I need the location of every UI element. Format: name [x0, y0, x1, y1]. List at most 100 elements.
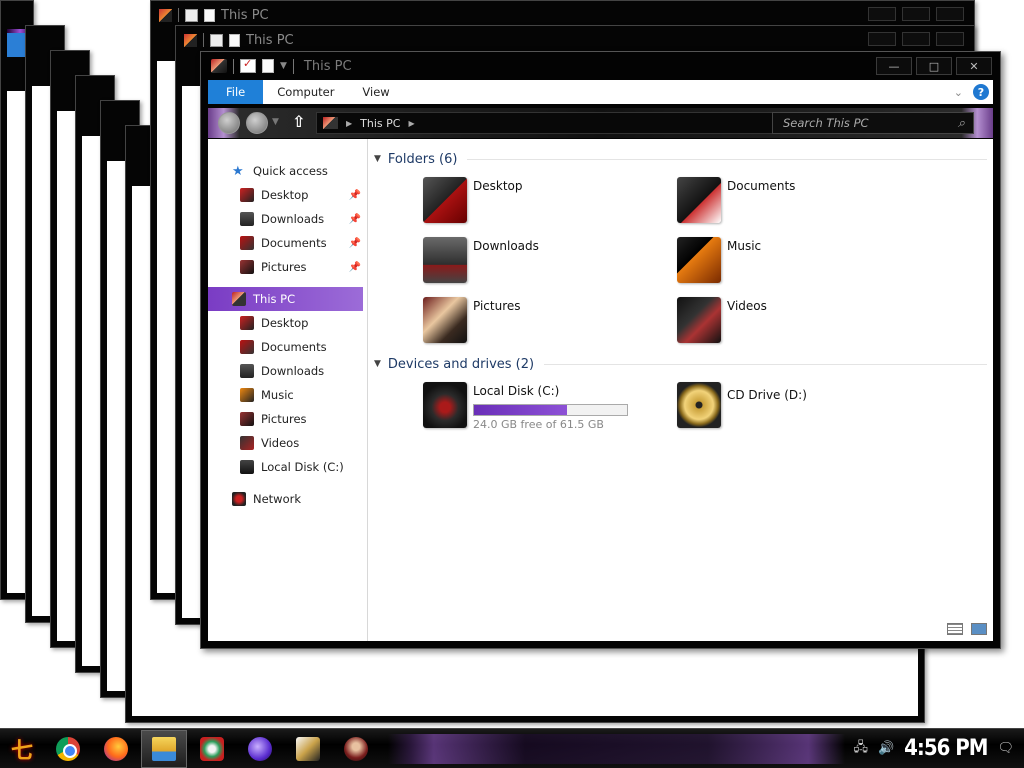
app-taskbar-button[interactable] — [285, 730, 331, 768]
hard-drive-icon — [240, 460, 254, 474]
search-icon[interactable]: ⌕ — [958, 116, 965, 131]
app-taskbar-button[interactable] — [237, 730, 283, 768]
network-icon — [232, 492, 246, 506]
this-pc-icon — [323, 117, 338, 129]
videos-folder-icon — [677, 297, 721, 343]
large-icons-view-icon[interactable] — [971, 623, 987, 635]
up-arrow-icon[interactable]: ⇧ — [292, 112, 305, 131]
address-bar[interactable]: ▶ This PC ▶ — [316, 112, 782, 134]
folder-icon — [211, 59, 227, 73]
minimize-button[interactable]: — — [876, 57, 912, 75]
close-button[interactable]: ✕ — [956, 57, 992, 75]
folder-tile-music[interactable]: Music — [677, 237, 927, 287]
recent-locations-icon[interactable]: ▼ — [272, 117, 279, 127]
details-view-icon[interactable] — [947, 623, 963, 635]
search-placeholder: Search This PC — [783, 116, 869, 130]
star-icon: ★ — [232, 163, 244, 179]
chevron-down-icon[interactable]: ▼ — [280, 61, 287, 71]
pictures-icon — [240, 260, 254, 274]
content-pane: ▼ Folders (6) Desktop Documents Download… — [368, 139, 993, 641]
app-icon — [248, 736, 272, 761]
music-icon — [240, 388, 254, 402]
new-folder-icon[interactable] — [262, 59, 274, 73]
firefox-taskbar-button[interactable] — [93, 730, 139, 768]
nav-pc-music[interactable]: Music — [208, 383, 367, 407]
start-button[interactable]: 七 — [0, 729, 44, 768]
system-tray: 🖧 🔊 4:56 PM 🗨 — [853, 736, 1024, 761]
app-taskbar-button[interactable] — [189, 730, 235, 768]
nav-pc-videos[interactable]: Videos — [208, 431, 367, 455]
background-window-title: This PC — [221, 7, 269, 23]
desktop-icon — [240, 188, 254, 202]
desktop-icon — [240, 316, 254, 330]
chevron-right-icon[interactable]: ▶ — [408, 119, 414, 128]
music-folder-icon — [677, 237, 721, 283]
ribbon: File Computer View ⌄ ? — [208, 80, 993, 104]
nav-quick-pictures[interactable]: Pictures 📌 — [208, 255, 367, 279]
title-bar[interactable]: ▼ This PC — □ ✕ — [201, 52, 1000, 80]
folder-tile-downloads[interactable]: Downloads — [423, 237, 673, 287]
taskbar: 七 🖧 🔊 4:56 PM 🗨 — [0, 728, 1024, 768]
drive-tile-local-disk[interactable]: Local Disk (C:) 24.0 GB free of 61.5 GB — [423, 382, 673, 432]
nav-pc-downloads[interactable]: Downloads — [208, 359, 367, 383]
folder-tile-videos[interactable]: Videos — [677, 297, 927, 347]
nav-this-pc[interactable]: This PC — [208, 287, 363, 311]
folder-tile-desktop[interactable]: Desktop — [423, 177, 673, 227]
nav-quick-desktop[interactable]: Desktop 📌 — [208, 183, 367, 207]
firefox-icon — [104, 736, 128, 761]
nav-quick-documents[interactable]: Documents 📌 — [208, 231, 367, 255]
collapse-caret-icon[interactable]: ▼ — [374, 154, 381, 164]
pin-icon: 📌 — [348, 261, 361, 273]
documents-icon — [240, 236, 254, 250]
downloads-icon — [240, 364, 254, 378]
file-explorer-taskbar-button[interactable] — [141, 729, 187, 768]
videos-icon — [240, 436, 254, 450]
nav-network[interactable]: Network — [208, 487, 367, 511]
drive-usage-fill — [474, 405, 568, 415]
notifications-icon[interactable]: 🗨 — [997, 741, 1014, 756]
devices-group-header[interactable]: ▼ Devices and drives (2) — [374, 355, 987, 373]
tab-file[interactable]: File — [208, 80, 264, 104]
this-pc-icon — [232, 292, 246, 306]
nav-quick-downloads[interactable]: Downloads 📌 — [208, 207, 367, 231]
chrome-icon — [56, 736, 80, 761]
folder-tile-pictures[interactable]: Pictures — [423, 297, 673, 347]
hard-drive-icon — [423, 382, 467, 428]
properties-icon[interactable] — [240, 57, 256, 73]
folders-group-header[interactable]: ▼ Folders (6) — [374, 150, 987, 168]
pin-icon: 📌 — [348, 213, 361, 225]
volume-icon[interactable]: 🔊 — [878, 741, 894, 756]
maximize-button[interactable]: □ — [916, 57, 952, 75]
search-input[interactable]: Search This PC ⌕ — [772, 112, 974, 134]
cd-drive-icon — [677, 382, 721, 428]
tab-computer[interactable]: Computer — [263, 80, 348, 104]
downloads-icon — [240, 212, 254, 226]
drive-tile-cd-drive[interactable]: CD Drive (D:) — [677, 382, 927, 432]
help-icon[interactable]: ? — [973, 84, 989, 100]
clock[interactable]: 4:56 PM — [904, 736, 988, 761]
nav-pc-documents[interactable]: Documents — [208, 335, 367, 359]
app-icon — [200, 736, 224, 761]
pin-icon: 📌 — [348, 237, 361, 249]
file-explorer-icon — [152, 736, 176, 761]
pin-icon: 📌 — [348, 189, 361, 201]
address-band: ▼ ⇧ ▶ This PC ▶ Search This PC ⌕ — [208, 108, 993, 138]
back-button[interactable] — [218, 112, 240, 134]
nav-pc-desktop[interactable]: Desktop — [208, 311, 367, 335]
app-taskbar-button[interactable] — [333, 730, 379, 768]
chrome-taskbar-button[interactable] — [45, 730, 91, 768]
expand-ribbon-icon[interactable]: ⌄ — [954, 86, 963, 99]
navigation-pane: ★ Quick access Desktop 📌 Downloads 📌 Doc… — [208, 139, 368, 641]
chevron-right-icon[interactable]: ▶ — [346, 119, 352, 128]
nav-pc-pictures[interactable]: Pictures — [208, 407, 367, 431]
address-path[interactable]: This PC — [360, 117, 400, 130]
collapse-caret-icon[interactable]: ▼ — [374, 359, 381, 369]
folder-tile-documents[interactable]: Documents — [677, 177, 927, 227]
forward-button[interactable] — [246, 112, 268, 134]
tab-view[interactable]: View — [348, 80, 403, 104]
app-icon — [344, 736, 368, 761]
explorer-window: ▼ This PC — □ ✕ File Computer View ⌄ ? ▼… — [200, 51, 1001, 649]
nav-quick-access[interactable]: ★ Quick access — [208, 159, 367, 183]
network-tray-icon[interactable]: 🖧 — [853, 738, 868, 760]
nav-pc-local-disk[interactable]: Local Disk (C:) — [208, 455, 367, 479]
